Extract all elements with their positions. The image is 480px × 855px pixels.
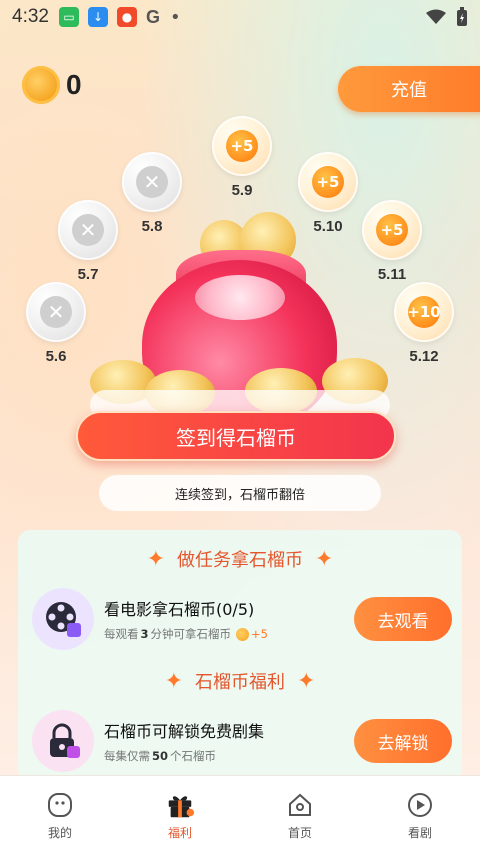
- reward-coin: +10: [407, 296, 441, 328]
- sparkle-icon: ✦: [164, 668, 183, 694]
- checkin-day-5-6: ✕ 5.6: [26, 282, 86, 365]
- task-title: 看电影拿石榴币(0/5): [104, 600, 255, 619]
- tasks-section-title: 做任务拿石榴币: [177, 550, 303, 571]
- reward-coin: +5: [312, 166, 344, 198]
- reward-bubble: +5: [298, 152, 358, 212]
- close-icon: ✕: [136, 166, 168, 198]
- nav-item-home[interactable]: 首页: [240, 776, 360, 855]
- watch-button[interactable]: 去观看: [354, 597, 452, 641]
- sparkle-icon: ✦: [146, 546, 165, 572]
- nav-label: 我的: [47, 826, 72, 840]
- download-icon: ↓: [87, 7, 108, 27]
- task-unlock-episodes: 石榴币可解锁免费剧集 每集仅需 50 个石榴币 去解锁: [32, 710, 452, 772]
- benefit-section-title: 石榴币福利: [195, 672, 285, 693]
- day-label: 5.6: [45, 348, 67, 365]
- benefit-section-header: ✦ 石榴币福利 ✦: [18, 668, 462, 694]
- nav-label: 首页: [287, 826, 312, 840]
- task-sub-prefix: 每观看: [104, 627, 139, 641]
- task-reward: +5: [251, 627, 268, 641]
- home-icon: [285, 790, 315, 820]
- task-subtitle: 每集仅需 50 个石榴币: [104, 748, 354, 764]
- unlock-button[interactable]: 去解锁: [354, 719, 452, 763]
- task-sub-mid: 分钟可拿石榴币: [150, 627, 232, 641]
- tasks-section-header: ✦ 做任务拿石榴币 ✦: [18, 546, 462, 572]
- google-icon: G: [145, 6, 160, 27]
- task-title: 石榴币可解锁免费剧集: [104, 722, 265, 741]
- play-icon: [405, 790, 435, 820]
- task-sub-suffix: 个石榴币: [170, 749, 217, 763]
- wifi-icon: [426, 9, 446, 24]
- checkin-day-5-9: +5 5.9: [212, 116, 272, 199]
- lock-icon-svg: [50, 723, 80, 758]
- task-sub-num: 50: [152, 749, 169, 763]
- nav-item-welfare[interactable]: 福利: [120, 776, 240, 855]
- battery-icon: [457, 7, 467, 26]
- app-notification-icon-2: ●: [116, 7, 137, 27]
- more-notifications-dot: •: [170, 6, 181, 28]
- task-watch-movie: 看电影拿石榴币(0/5) 每观看 3 分钟可拿石榴币 +5 去观看: [32, 588, 452, 650]
- lock-icon: [32, 710, 94, 772]
- task-text: 石榴币可解锁免费剧集 每集仅需 50 个石榴币: [104, 718, 354, 764]
- nav-label: 看剧: [407, 826, 432, 840]
- coin-icon: [236, 627, 250, 641]
- reward-bubble: +5: [212, 116, 272, 176]
- task-subtitle: 每观看 3 分钟可拿石榴币 +5: [104, 626, 354, 642]
- gift-icon: [165, 790, 195, 820]
- task-sub-prefix: 每集仅需: [104, 749, 150, 763]
- bottom-nav: 我的 福利 首页 看剧: [0, 775, 480, 855]
- nav-item-mine[interactable]: 我的: [0, 776, 120, 855]
- missed-day-bubble: ✕: [26, 282, 86, 342]
- status-bar: 4:32 ▭ ↓ ● G •: [0, 0, 480, 34]
- reward-coin: +5: [226, 130, 258, 162]
- status-right: [426, 7, 468, 27]
- reward-bubble: +10: [394, 282, 454, 342]
- film-reel-icon: [32, 588, 94, 650]
- streak-tip: 连续签到，石榴币翻倍: [99, 475, 381, 511]
- task-sub-num: 3: [140, 627, 149, 641]
- bag-bow: [195, 275, 285, 320]
- checkin-button[interactable]: 签到得石榴币: [76, 411, 396, 461]
- recharge-button[interactable]: 充值: [338, 66, 480, 112]
- tasks-card: ✦ 做任务拿石榴币 ✦ 看电影拿石榴币(0/5) 每观看 3 分钟可拿石榴币 +5 去…: [18, 530, 462, 780]
- checkin-day-5-12: +10 5.12: [394, 282, 454, 365]
- task-text: 看电影拿石榴币(0/5) 每观看 3 分钟可拿石榴币 +5: [104, 596, 354, 642]
- coin-balance: 0: [22, 66, 82, 104]
- coin-icon: [22, 66, 60, 104]
- nav-item-watch[interactable]: 看剧: [360, 776, 480, 855]
- app-notification-icon: ▭: [58, 7, 79, 27]
- missed-day-bubble: ✕: [122, 152, 182, 212]
- face-icon: [45, 790, 75, 820]
- film-reel-icon-svg: [46, 602, 81, 637]
- close-icon: ✕: [40, 296, 72, 328]
- status-time: 4:32: [12, 6, 49, 27]
- nav-label: 福利: [167, 826, 192, 840]
- day-label: 5.12: [409, 348, 439, 365]
- day-label: 5.9: [231, 182, 253, 199]
- sparkle-icon: ✦: [315, 546, 334, 572]
- sparkle-icon: ✦: [297, 668, 316, 694]
- coin-count: 0: [66, 69, 82, 100]
